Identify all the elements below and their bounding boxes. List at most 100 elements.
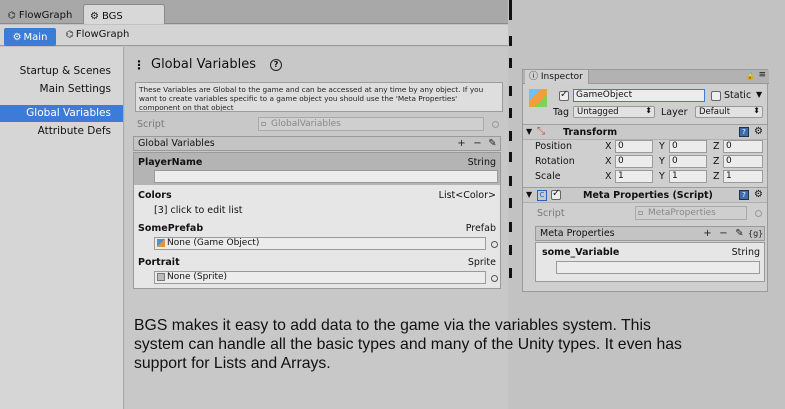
list-header-label: Global Variables xyxy=(138,138,215,149)
meta-properties-title: Meta Properties (Script) xyxy=(583,190,713,201)
caption-text: BGS makes it easy to add data to the gam… xyxy=(134,317,682,372)
playername-input[interactable] xyxy=(154,170,498,183)
object-picker-icon[interactable] xyxy=(755,210,762,217)
add-property-button[interactable]: + xyxy=(701,227,714,240)
rotation-label: Rotation xyxy=(535,156,575,167)
tab-inspector[interactable]: ⓘ Inspector xyxy=(525,70,589,84)
script-icon: C xyxy=(537,190,547,201)
flowgraph-button-label: FlowGraph xyxy=(75,29,130,40)
sidebar-item-startup-scenes[interactable]: Startup & Scenes xyxy=(20,65,111,77)
tag-dropdown[interactable]: Untagged xyxy=(573,106,655,118)
divider-segment xyxy=(509,0,512,20)
tab-bgs[interactable]: ⚙ BGS xyxy=(83,4,165,24)
sidebar-item-attribute-defs[interactable]: Attribute Defs xyxy=(38,125,111,137)
someprefab-field[interactable]: None (Game Object) xyxy=(154,237,486,250)
hierarchy-icon: ⌬ xyxy=(66,29,74,40)
remove-property-button[interactable]: − xyxy=(717,227,730,240)
rotation-y-input[interactable]: 0 xyxy=(669,155,707,168)
sprite-icon xyxy=(157,273,165,281)
gear-icon[interactable]: ⚙ xyxy=(754,126,763,137)
variable-type: String xyxy=(467,157,496,168)
inspector-window: ⓘ Inspector 🔒 ≡ GameObject Static ▼ Tag … xyxy=(522,69,769,292)
some-variable-input[interactable] xyxy=(556,261,760,274)
layer-dropdown[interactable]: Default xyxy=(695,106,763,118)
meta-properties-header[interactable]: ▼ C Meta Properties (Script) ? ⚙ xyxy=(523,187,767,203)
tab-flowgraph-label: FlowGraph xyxy=(18,10,73,21)
foldout-arrow-icon[interactable]: ▼ xyxy=(526,127,532,136)
hierarchy-icon: ⌬ xyxy=(8,10,16,21)
position-x-input[interactable]: 0 xyxy=(615,140,653,153)
sidebar-item-main-settings[interactable]: Main Settings xyxy=(40,83,111,95)
prefab-icon xyxy=(157,239,165,247)
help-book-icon[interactable]: ? xyxy=(739,190,749,200)
divider-segment xyxy=(509,222,512,232)
script-icon: ▫ xyxy=(638,208,644,217)
transform-header[interactable]: ▼ ⤡ Transform ? ⚙ xyxy=(523,124,767,140)
axis-x-label: X xyxy=(605,171,612,182)
variable-type: Prefab xyxy=(465,223,496,234)
position-z-input[interactable]: 0 xyxy=(723,140,763,153)
someprefab-value: None (Game Object) xyxy=(167,238,260,248)
add-variable-button[interactable]: + xyxy=(455,137,468,150)
meta-script-label: Script xyxy=(537,208,565,219)
sidebar-item-global-variables[interactable]: Global Variables xyxy=(0,105,123,122)
script-field[interactable]: ▫ GlobalVariables xyxy=(258,117,484,131)
meta-script-value: MetaProperties xyxy=(648,208,716,218)
gear-icon[interactable]: ⚙ xyxy=(754,189,763,200)
rotation-x-input[interactable]: 0 xyxy=(615,155,653,168)
script-value: GlobalVariables xyxy=(271,119,341,129)
drag-handle-icon: ⋮ xyxy=(133,57,145,72)
scale-label: Scale xyxy=(535,171,561,182)
divider-segment xyxy=(509,108,512,118)
static-label: Static xyxy=(724,90,752,101)
info-box: These Variables are Global to the game a… xyxy=(135,82,503,112)
static-checkbox[interactable] xyxy=(711,91,721,101)
active-checkbox[interactable] xyxy=(559,89,569,101)
object-picker-icon[interactable] xyxy=(492,121,499,128)
axis-y-label: Y xyxy=(659,171,665,182)
variable-type: Sprite xyxy=(467,257,496,268)
meta-list-header-label: Meta Properties xyxy=(540,228,615,239)
page-header: ⋮ Global Variables ? xyxy=(133,57,283,72)
variables-list: PlayerName String Colors List<Color> [3]… xyxy=(133,152,501,289)
inspector-tab-label: Inspector xyxy=(540,72,583,82)
axis-z-label: Z xyxy=(713,141,720,152)
scale-z-input[interactable]: 1 xyxy=(723,170,763,183)
scale-x-input[interactable]: 1 xyxy=(615,170,653,183)
edit-property-button[interactable]: ✎ xyxy=(733,227,746,240)
axis-x-label: X xyxy=(605,141,612,152)
edit-variable-button[interactable]: ✎ xyxy=(486,137,499,150)
scale-y-input[interactable]: 1 xyxy=(669,170,707,183)
chevron-down-icon[interactable]: ▼ xyxy=(756,90,762,99)
menu-icon[interactable]: ≡ xyxy=(758,70,766,80)
colors-edit-list-link[interactable]: [3] click to edit list xyxy=(154,205,243,216)
list-item[interactable]: PlayerName String xyxy=(134,153,500,185)
transform-title: Transform xyxy=(563,127,618,138)
foldout-arrow-icon[interactable]: ▼ xyxy=(526,190,532,199)
question-circle-icon[interactable]: ? xyxy=(270,58,283,71)
gameobject-cube-icon xyxy=(529,89,547,107)
meta-script-field[interactable]: ▫ MetaProperties xyxy=(635,206,747,220)
variable-name: SomePrefab xyxy=(138,223,204,234)
page-title: Global Variables xyxy=(151,57,257,72)
divider-segment xyxy=(509,198,512,208)
remove-variable-button[interactable]: − xyxy=(471,137,484,150)
tab-flowgraph[interactable]: ⌬ FlowGraph xyxy=(2,4,78,24)
lock-icon[interactable]: 🔒 xyxy=(745,71,755,80)
main-button[interactable]: ⚙ Main xyxy=(4,28,56,46)
object-picker-icon[interactable] xyxy=(491,275,498,282)
axis-z-label: Z xyxy=(713,171,720,182)
help-book-icon[interactable]: ? xyxy=(739,127,749,137)
position-y-input[interactable]: 0 xyxy=(669,140,707,153)
portrait-field[interactable]: None (Sprite) xyxy=(154,271,486,284)
rotation-z-input[interactable]: 0 xyxy=(723,155,763,168)
object-name-input[interactable]: GameObject xyxy=(573,89,705,102)
global-button[interactable]: {g} xyxy=(748,227,763,240)
component-enabled-checkbox[interactable] xyxy=(551,188,561,200)
position-label: Position xyxy=(535,141,572,152)
transform-icon: ⤡ xyxy=(537,126,545,137)
transform-body: Position X 0 Y 0 Z 0 Rotation X 0 Y 0 Z … xyxy=(523,140,767,186)
unity-gear-icon: ⚙ xyxy=(90,10,99,22)
flowgraph-button[interactable]: ⌬ FlowGraph xyxy=(66,29,129,40)
object-picker-icon[interactable] xyxy=(491,241,498,248)
